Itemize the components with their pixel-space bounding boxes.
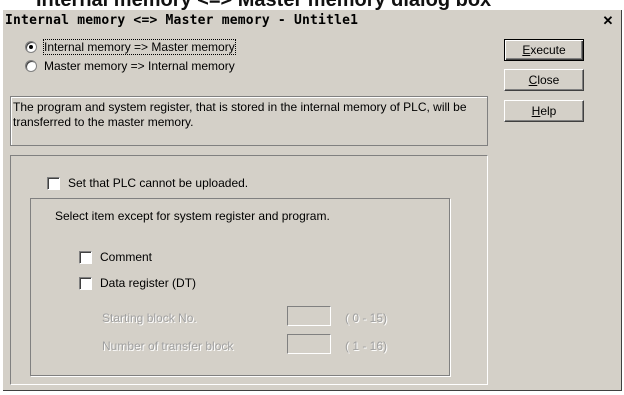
- no-upload-checkbox[interactable]: [47, 176, 60, 190]
- radio-master-to-internal[interactable]: Master memory => Internal memory: [25, 58, 235, 74]
- radio-button-selected[interactable]: [25, 41, 37, 53]
- select-items-prompt: Select item except for system register a…: [55, 209, 330, 223]
- radio-label-master-to-internal: Master memory => Internal memory: [44, 59, 235, 73]
- transfer-blocks-label: Number of transfer block: [102, 339, 234, 353]
- close-label-rest: lose: [537, 73, 560, 87]
- help-button[interactable]: Help: [504, 100, 584, 122]
- dialog-window: Internal memory <=> Master memory - Unti…: [3, 10, 622, 391]
- background-heading-text: Internal memory <=> Master memory dialog…: [36, 0, 491, 10]
- radio-label-internal-to-master: Internal memory => Master memory: [43, 39, 236, 55]
- no-upload-checkbox-row[interactable]: Set that PLC cannot be uploaded.: [47, 175, 248, 191]
- starting-block-range: ( 0 - 15): [345, 311, 388, 325]
- comment-checkbox-row[interactable]: Comment: [79, 249, 152, 265]
- comment-checkbox[interactable]: [79, 250, 92, 264]
- radio-internal-to-master[interactable]: Internal memory => Master memory: [25, 39, 236, 55]
- close-button[interactable]: Close: [504, 69, 584, 91]
- starting-block-label: Starting block No.: [102, 311, 197, 325]
- data-register-checkbox-row[interactable]: Data register (DT): [79, 275, 196, 291]
- title-bar[interactable]: Internal memory <=> Master memory - Unti…: [3, 10, 621, 32]
- help-label-rest: elp: [540, 104, 557, 118]
- window-title: Internal memory <=> Master memory - Unti…: [5, 13, 359, 28]
- comment-label: Comment: [100, 250, 153, 264]
- close-icon[interactable]: ✕: [601, 14, 615, 28]
- description-text: The program and system register, that is…: [10, 96, 488, 146]
- execute-button[interactable]: Execute: [504, 39, 584, 61]
- execute-label-rest: xecute: [530, 43, 566, 57]
- radio-button-unselected[interactable]: [25, 60, 37, 72]
- transfer-blocks-input[interactable]: [287, 334, 331, 354]
- data-register-checkbox[interactable]: [79, 276, 92, 290]
- starting-block-input[interactable]: [287, 306, 331, 326]
- no-upload-label: Set that PLC cannot be uploaded.: [68, 176, 249, 190]
- data-register-label: Data register (DT): [100, 276, 197, 290]
- background-heading-fragment: Internal memory <=> Master memory dialog…: [0, 0, 624, 10]
- transfer-blocks-range: ( 1 - 16): [345, 339, 388, 353]
